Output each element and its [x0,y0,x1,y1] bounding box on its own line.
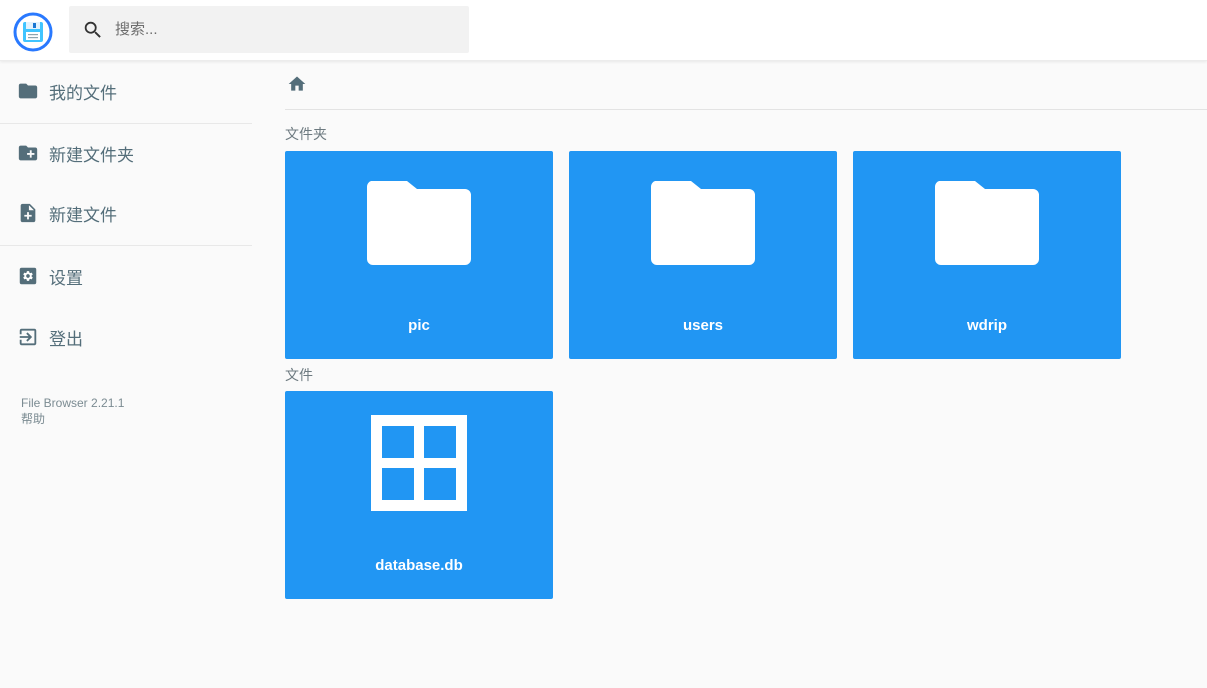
folder-name: pic [408,317,430,334]
note-add-icon [20,203,36,223]
folder-icon [934,181,1039,265]
search-icon [84,21,101,38]
sidebar-item-label: 新建文件夹 [49,145,134,165]
folder-icon [18,83,38,99]
breadcrumb [285,72,1207,110]
search-bar[interactable] [69,6,469,53]
create-folder-icon [18,145,38,161]
sidebar-item-label: 新建文件 [49,205,117,225]
logout-icon [19,328,37,346]
help-link[interactable]: 帮助 [21,411,124,427]
sidebar-item-new-file[interactable]: 新建文件 [0,184,252,242]
home-icon[interactable] [287,74,307,94]
sidebar-item-my-files[interactable]: 我的文件 [0,62,252,120]
folder-tile[interactable]: wdrip [853,151,1121,359]
folder-icon [650,181,755,265]
sidebar-divider [0,245,252,246]
folders-section-title: 文件夹 [285,126,327,142]
folder-name: users [682,317,724,334]
sidebar-item-logout[interactable]: 登出 [0,308,252,366]
folder-icon [366,181,471,265]
folder-tile[interactable]: users [569,151,837,359]
top-bar [0,0,1207,61]
credits: File Browser 2.21.1 帮助 [21,395,124,427]
settings-icon [19,267,37,285]
sidebar-item-label: 登出 [49,329,83,349]
files-section-title: 文件 [285,367,313,383]
sidebar-item-label: 设置 [49,268,83,288]
file-tile[interactable]: database.db [285,391,553,599]
sidebar-item-settings[interactable]: 设置 [0,247,252,305]
search-input[interactable] [113,20,437,39]
sidebar-item-new-folder[interactable]: 新建文件夹 [0,124,252,182]
version-text: File Browser 2.21.1 [21,396,125,410]
file-grid-icon [371,415,467,511]
file-browser-logo-icon[interactable] [13,12,53,52]
file-name: database.db [375,557,463,574]
sidebar-item-label: 我的文件 [49,83,117,103]
folder-tile[interactable]: pic [285,151,553,359]
folder-name: wdrip [967,317,1007,334]
